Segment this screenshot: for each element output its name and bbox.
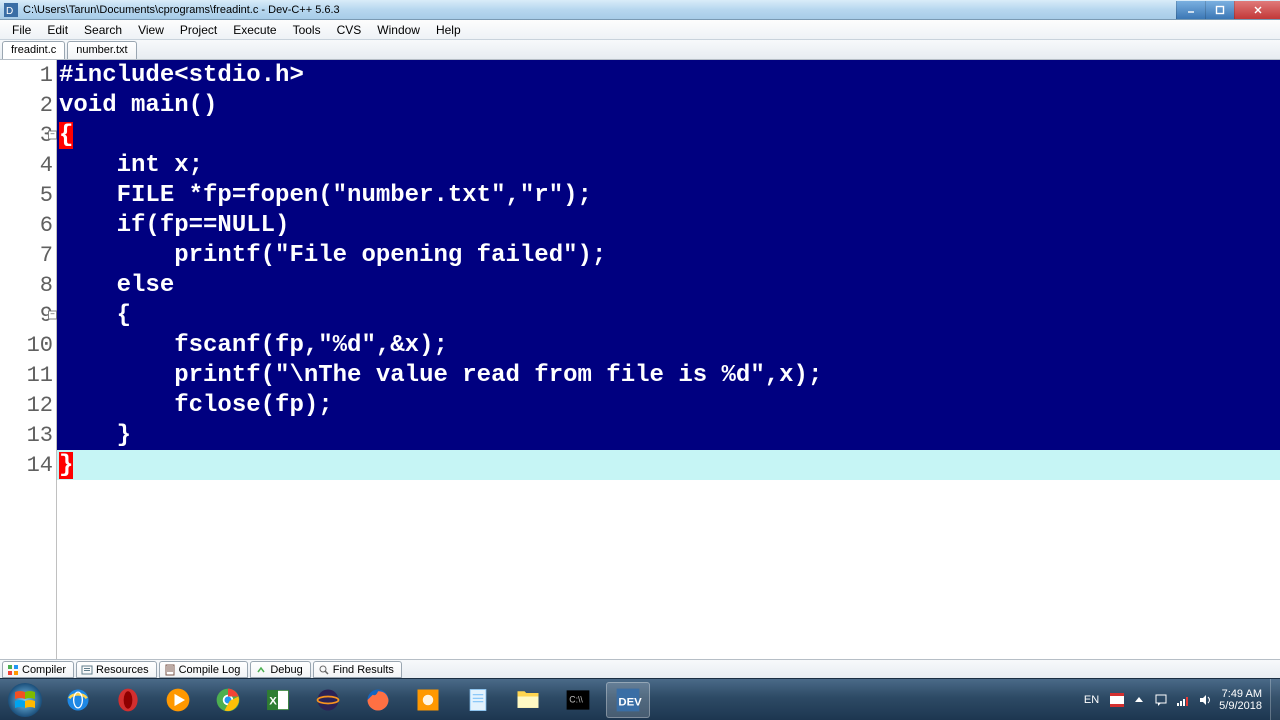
line-number: 7	[0, 240, 56, 270]
clock-time: 7:49 AM	[1219, 688, 1262, 700]
taskbar: X C:\\ DEV EN 7:49 AM 5/9/2018	[0, 678, 1280, 720]
line-number: 8	[0, 270, 56, 300]
taskbar-opera-icon[interactable]	[106, 682, 150, 718]
menu-search[interactable]: Search	[76, 21, 130, 39]
clock-date: 5/9/2018	[1219, 700, 1262, 712]
code-line[interactable]: }	[57, 450, 1280, 480]
line-number: 4	[0, 150, 56, 180]
menu-window[interactable]: Window	[369, 21, 428, 39]
window-buttons	[1176, 1, 1280, 19]
line-number: 5	[0, 180, 56, 210]
svg-text:D: D	[6, 6, 13, 17]
menu-edit[interactable]: Edit	[39, 21, 76, 39]
line-number: 13	[0, 420, 56, 450]
maximize-button[interactable]	[1205, 1, 1234, 19]
taskbar-notepad-icon[interactable]	[456, 682, 500, 718]
app-icon: D	[3, 2, 19, 18]
menu-execute[interactable]: Execute	[225, 21, 284, 39]
taskbar-chrome-icon[interactable]	[206, 682, 250, 718]
taskbar-app1-icon[interactable]	[406, 682, 450, 718]
bottom-tab-compiler[interactable]: Compiler	[2, 661, 74, 678]
taskbar-apps: X C:\\ DEV	[50, 682, 1080, 718]
tray-flag-icon[interactable]	[1109, 692, 1125, 708]
line-number: 14	[0, 450, 56, 480]
line-number: 10	[0, 330, 56, 360]
code-line[interactable]: {	[57, 300, 1280, 330]
taskbar-eclipse-icon[interactable]	[306, 682, 350, 718]
menu-cvs[interactable]: CVS	[329, 21, 370, 39]
code-line[interactable]: void main()	[57, 90, 1280, 120]
taskbar-mediaplayer-icon[interactable]	[156, 682, 200, 718]
tray-volume-icon[interactable]	[1197, 692, 1213, 708]
code-line[interactable]: fclose(fp);	[57, 390, 1280, 420]
line-number: 3−	[0, 120, 56, 150]
code-line[interactable]: #include<stdio.h>	[57, 60, 1280, 90]
window-root: D C:\Users\Tarun\Documents\cprograms\fre…	[0, 0, 1280, 720]
line-number: 12	[0, 390, 56, 420]
tray-up-icon[interactable]	[1131, 692, 1147, 708]
fold-toggle-icon[interactable]: −	[48, 131, 57, 140]
menu-tools[interactable]: Tools	[285, 21, 329, 39]
code-area[interactable]: #include<stdio.h>void main(){ int x; FIL…	[57, 60, 1280, 659]
taskbar-explorer-icon[interactable]	[506, 682, 550, 718]
menu-project[interactable]: Project	[172, 21, 225, 39]
editor: 123−456789−1011121314 #include<stdio.h>v…	[0, 60, 1280, 659]
line-gutter: 123−456789−1011121314	[0, 60, 57, 659]
tray-network-icon[interactable]	[1175, 692, 1191, 708]
taskbar-firefox-icon[interactable]	[356, 682, 400, 718]
line-number: 6	[0, 210, 56, 240]
menu-view[interactable]: View	[130, 21, 172, 39]
code-line[interactable]: else	[57, 270, 1280, 300]
taskbar-ie-icon[interactable]	[56, 682, 100, 718]
language-indicator[interactable]: EN	[1080, 693, 1103, 707]
code-line[interactable]: printf("\nThe value read from file is %d…	[57, 360, 1280, 390]
line-number: 2	[0, 90, 56, 120]
bottom-panel-tabs: CompilerResourcesCompile LogDebugFind Re…	[0, 659, 1280, 678]
code-line[interactable]: if(fp==NULL)	[57, 210, 1280, 240]
code-line[interactable]: FILE *fp=fopen("number.txt","r");	[57, 180, 1280, 210]
svg-text:DEV: DEV	[618, 696, 642, 708]
titlebar[interactable]: D C:\Users\Tarun\Documents\cprograms\fre…	[0, 0, 1280, 20]
svg-text:C:\\: C:\\	[569, 694, 583, 704]
file-tab[interactable]: number.txt	[67, 41, 136, 59]
minimize-button[interactable]	[1176, 1, 1205, 19]
bottom-tab-debug[interactable]: Debug	[250, 661, 310, 678]
menu-file[interactable]: File	[4, 21, 39, 39]
taskbar-cmd-icon[interactable]: C:\\	[556, 682, 600, 718]
menu-help[interactable]: Help	[428, 21, 469, 39]
file-tab[interactable]: freadint.c	[2, 41, 65, 59]
show-desktop-button[interactable]	[1270, 679, 1280, 720]
tray-action-center-icon[interactable]	[1153, 692, 1169, 708]
line-number: 11	[0, 360, 56, 390]
bottom-tab-resources[interactable]: Resources	[76, 661, 157, 678]
line-number: 1	[0, 60, 56, 90]
bottom-tab-compile-log[interactable]: Compile Log	[159, 661, 249, 678]
bottom-tab-find-results[interactable]: Find Results	[313, 661, 402, 678]
code-line[interactable]: }	[57, 420, 1280, 450]
code-line[interactable]: {	[57, 120, 1280, 150]
code-line[interactable]: printf("File opening failed");	[57, 240, 1280, 270]
line-number: 9−	[0, 300, 56, 330]
start-button[interactable]	[0, 679, 50, 720]
system-tray: EN 7:49 AM 5/9/2018	[1080, 688, 1270, 712]
clock[interactable]: 7:49 AM 5/9/2018	[1219, 688, 1266, 712]
svg-text:X: X	[269, 695, 277, 707]
file-tabs: freadint.cnumber.txt	[0, 40, 1280, 60]
taskbar-excel-icon[interactable]: X	[256, 682, 300, 718]
menubar: FileEditSearchViewProjectExecuteToolsCVS…	[0, 20, 1280, 40]
fold-toggle-icon[interactable]: −	[48, 311, 57, 320]
close-button[interactable]	[1234, 1, 1280, 19]
taskbar-devcpp-icon[interactable]: DEV	[606, 682, 650, 718]
window-title: C:\Users\Tarun\Documents\cprograms\fread…	[23, 4, 1176, 16]
code-line[interactable]: fscanf(fp,"%d",&x);	[57, 330, 1280, 360]
code-line[interactable]: int x;	[57, 150, 1280, 180]
